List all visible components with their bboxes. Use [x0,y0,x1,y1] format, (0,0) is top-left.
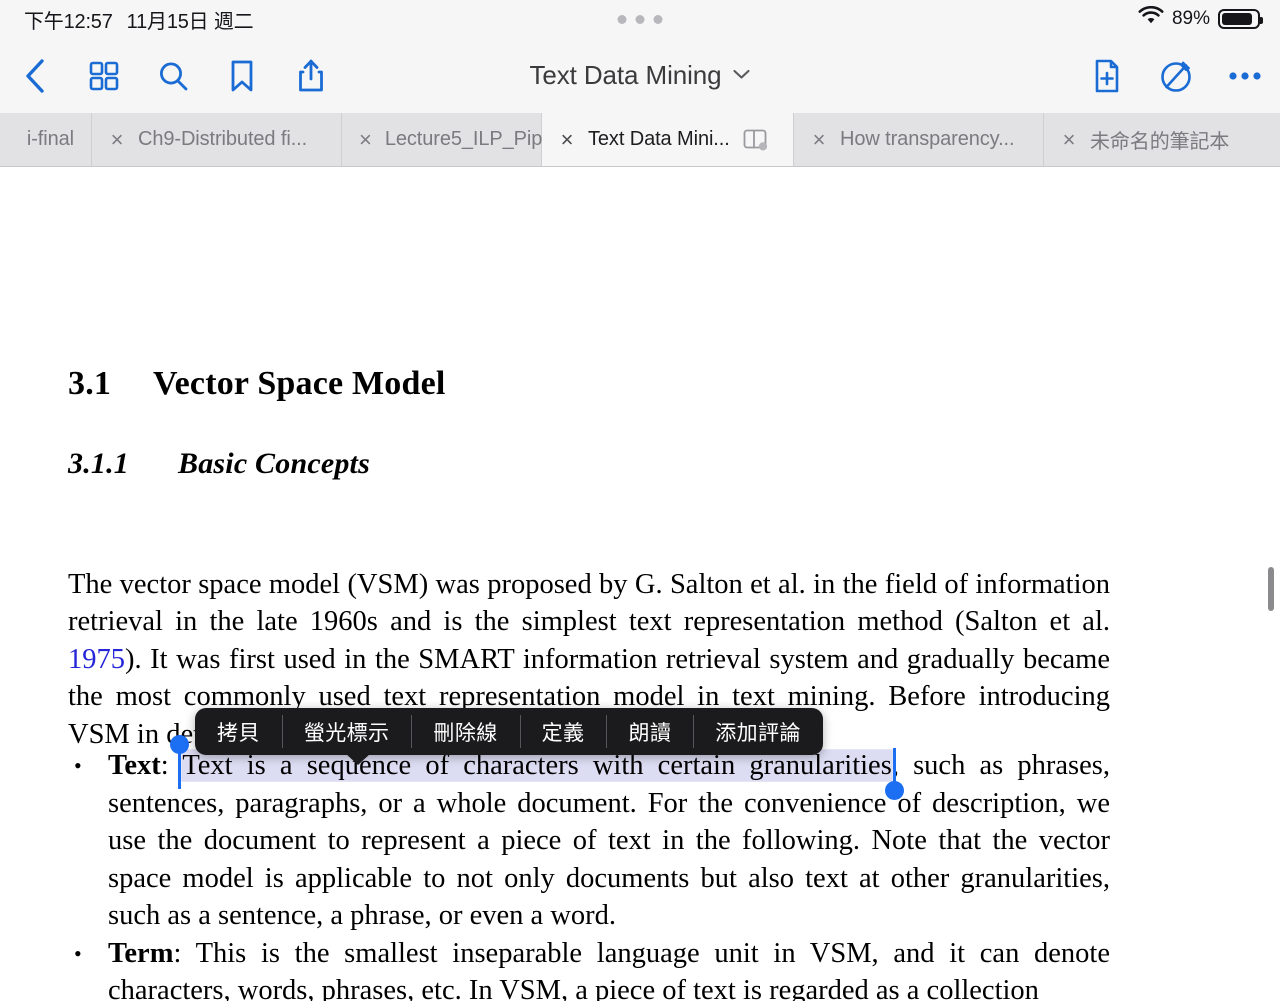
tab-close-icon[interactable]: × [1061,128,1077,151]
list-item: Term: This is the smallest inseparable l… [68,935,1110,1001]
tab-item[interactable]: × 未命名的筆記本 [1044,113,1280,166]
bullet-term-term: Term [108,937,174,969]
more-options-button[interactable] [1228,58,1262,94]
tab-close-icon[interactable]: × [559,128,575,151]
tab-item[interactable]: i-final [0,113,92,166]
subsection-title: Basic Concepts [178,447,370,480]
concept-bullet-list: Text: Text is a sequence of characters w… [68,747,1110,1001]
section-number: 3.1 [68,365,112,402]
add-page-button[interactable] [1090,58,1124,94]
tab-label: Ch9-Distributed fi... [138,128,308,150]
tab-item[interactable]: × Ch9-Distributed fi... [92,113,342,166]
bullet-term-text: Text [108,750,161,781]
search-button[interactable] [156,58,190,94]
citation-link-1975[interactable]: 1975 [68,644,125,675]
wifi-icon [1138,5,1164,32]
dot-1 [617,14,627,24]
tab-item[interactable]: × Text Data Mini... [542,113,794,166]
tab-label: Text Data Mini... [588,128,730,150]
bookmark-button[interactable] [225,58,259,94]
tab-close-icon[interactable]: × [109,128,125,151]
context-menu-arrow [345,753,371,765]
context-menu-item[interactable]: 添加評論 [693,708,823,755]
text-selection-context-menu: 拷貝 螢光標示 刪除線 定義 朗讀 添加評論 [195,708,823,755]
context-menu-item[interactable]: 定義 [519,708,607,755]
tab-label: Lecture5_ILP_Pip... [384,128,559,150]
status-time: 下午12:57 [24,10,113,33]
dot-3 [653,14,663,24]
document-title: Text Data Mining [529,60,722,90]
split-view-icon[interactable] [743,129,767,151]
context-menu-item[interactable]: 螢光標示 [281,708,412,755]
battery-icon [1218,9,1263,29]
paragraph-text-a: The vector space model (VSM) was propose… [68,568,1110,638]
selection-bar-start [178,744,181,789]
tab-item[interactable]: × How transparency... [794,113,1044,166]
share-button[interactable] [294,58,328,94]
selection-knob-end [885,781,904,800]
section-title: Vector Space Model [153,365,446,402]
status-bar-left: 下午12:57 11月15日 週二 [24,5,254,34]
status-bar: 下午12:57 11月15日 週二 89% [0,0,1280,38]
toolbar-right-group [1090,58,1262,94]
document-toolbar: Text Data Mining [0,38,1280,113]
tab-close-icon[interactable]: × [811,128,827,151]
status-date: 11月15日 週二 [126,10,254,33]
context-menu-item[interactable]: 朗讀 [606,708,693,755]
list-item: Text: Text is a sequence of characters w… [68,747,1110,935]
dot-2 [635,14,645,24]
document-page[interactable]: 3.1 Vector Space Model 3.1.1 Basic Concept… [0,167,1280,1001]
document-title-button[interactable]: Text Data Mining [529,60,750,91]
app-window: 下午12:57 11月15日 週二 89% Text Data Mining i… [0,0,1280,1001]
status-bar-right: 89% [1138,5,1263,32]
section-heading-3-1-1: 3.1.1 Basic Concepts [68,447,370,481]
vertical-scrollbar[interactable] [1268,567,1274,611]
tab-label: i-final [26,128,74,150]
chevron-down-icon [733,67,751,85]
bullet-separator: : [173,937,196,969]
toolbar-left-group [18,58,328,94]
section-heading-3-1: 3.1 Vector Space Model [68,365,446,403]
back-button[interactable] [18,58,52,94]
subsection-number: 3.1.1 [68,447,129,480]
tab-label: 未命名的筆記本 [1090,131,1230,153]
tab-label: How transparency... [840,128,1015,150]
battery-fill [1222,13,1253,25]
tab-item[interactable]: × Lecture5_ILP_Pip... [342,113,559,166]
thumbnails-grid-button[interactable] [87,58,121,94]
markup-pen-button[interactable] [1159,58,1193,94]
tab-bar: i-final × Ch9-Distributed fi... × Lecture5_I… [0,113,1280,167]
context-menu-item[interactable]: 刪除線 [411,708,519,755]
context-menu-item[interactable]: 拷貝 [195,708,282,755]
multitask-handle-icon[interactable] [617,14,663,24]
bullet-body: This is the smallest inseparable languag… [108,937,1110,1001]
battery-percent-label: 89% [1171,8,1210,29]
tab-close-icon[interactable]: × [359,128,372,151]
